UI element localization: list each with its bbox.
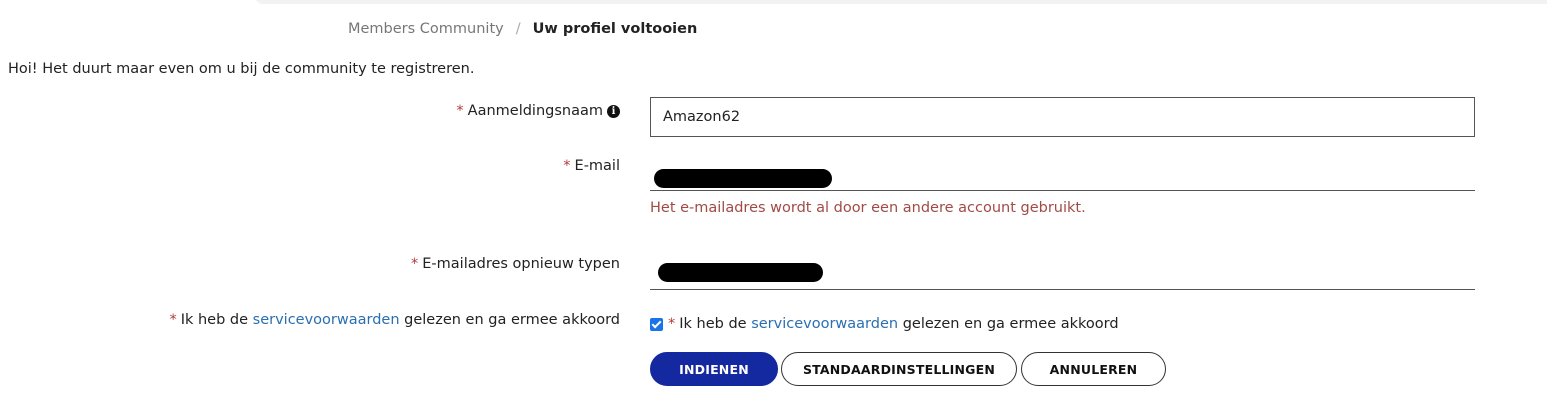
submit-button[interactable]: INDIENEN (650, 352, 778, 386)
info-icon[interactable]: i (607, 105, 620, 118)
username-input[interactable] (650, 97, 1475, 137)
required-mark: * (169, 312, 177, 328)
redaction-mark (654, 169, 832, 188)
cancel-button[interactable]: ANNULEREN (1021, 352, 1166, 386)
terms-checkbox[interactable] (650, 317, 663, 331)
required-mark: * (411, 256, 419, 272)
top-header-strip (255, 0, 1547, 4)
required-mark: * (668, 316, 676, 332)
email-label-text: E-mail (574, 158, 620, 174)
terms-label: * Ik heb de servicevoorwaarden gelezen en… (169, 312, 620, 328)
email-label: * E-mail (563, 158, 620, 174)
required-mark: * (563, 158, 571, 174)
terms-link[interactable]: servicevoorwaarden (253, 312, 400, 328)
terms-link[interactable]: servicevoorwaarden (751, 316, 898, 332)
intro-text: Hoi! Het duurt maar even om u bij de com… (8, 61, 475, 77)
breadcrumb: Members Community / Uw profiel voltooien (348, 21, 697, 37)
breadcrumb-separator: / (515, 21, 521, 37)
redaction-mark (658, 263, 823, 282)
breadcrumb-link-community[interactable]: Members Community (348, 21, 504, 37)
username-label: * Aanmeldingsnaam i (456, 103, 620, 119)
defaults-button[interactable]: STANDAARDINSTELLINGEN (781, 352, 1017, 386)
email-field[interactable] (650, 153, 1475, 191)
terms-checkbox-row: * Ik heb de servicevoorwaarden gelezen en… (650, 316, 1119, 332)
terms-prefix: Ik heb de (679, 316, 747, 332)
terms-suffix: gelezen en ga ermee akkoord (902, 316, 1119, 332)
required-mark: * (456, 103, 464, 119)
email-confirm-label-text: E-mailadres opnieuw typen (422, 256, 620, 272)
email-error-message: Het e-mailadres wordt al door een andere… (650, 200, 1086, 216)
email-confirm-field[interactable] (650, 252, 1475, 290)
terms-suffix: gelezen en ga ermee akkoord (404, 312, 620, 328)
breadcrumb-current: Uw profiel voltooien (532, 21, 698, 37)
username-label-text: Aanmeldingsnaam (467, 103, 603, 119)
terms-prefix: Ik heb de (180, 312, 249, 328)
email-confirm-label: * E-mailadres opnieuw typen (411, 256, 620, 272)
